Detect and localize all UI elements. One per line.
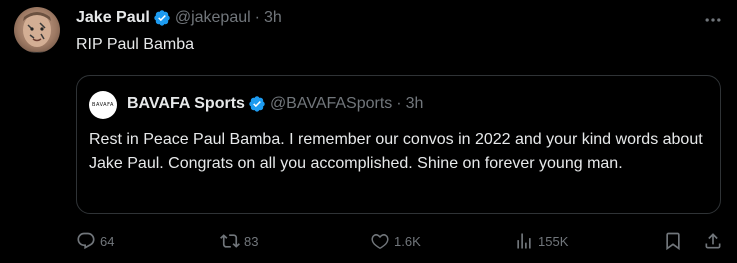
tweet-timestamp[interactable]: 3h [264,9,282,27]
analytics-icon [517,233,531,249]
tweet[interactable]: Jake Paul @jakepaul · 3h RIP Paul Bamba … [0,0,737,263]
separator-dot: · [254,9,260,26]
views-button[interactable]: 155K [514,231,568,251]
tweet-header: Jake Paul @jakepaul · 3h [76,8,282,28]
retweet-count: 83 [244,233,259,249]
separator-dot: · [396,95,402,112]
author-avatar[interactable] [14,7,60,53]
quoted-tweet[interactable]: BAVAFA BAVAFA Sports @BAVAFASports · 3h … [76,75,721,214]
author-handle[interactable]: @jakepaul [175,9,251,27]
reply-button[interactable]: 64 [76,231,114,251]
retweet-button[interactable]: 83 [220,231,258,251]
views-count: 155K [538,233,569,249]
heart-icon [371,233,389,250]
verified-badge-icon[interactable] [153,9,171,27]
share-button[interactable] [703,231,723,251]
quoted-avatar-logo: BAVAFA [92,102,114,108]
quoted-tweet-text: Rest in Peace Paul Bamba. I remember our… [89,131,703,172]
quoted-author-handle: @BAVAFASports [269,95,393,112]
tweet-actions-bar: 64 83 1.6K 155K [0,226,737,256]
bookmark-icon [666,232,680,251]
verified-badge-icon [248,95,266,113]
share-icon [705,233,721,249]
quoted-author-avatar[interactable]: BAVAFA [89,91,117,119]
like-button[interactable]: 1.6K [370,231,421,251]
tweet-text: RIP Paul Bamba [76,36,194,53]
author-avatar-image [14,12,60,53]
quoted-tweet-header: BAVAFA Sports @BAVAFASports · 3h [127,94,423,114]
bookmark-button[interactable] [663,231,683,251]
author-display-name[interactable]: Jake Paul [76,9,150,27]
quoted-tweet-timestamp: 3h [405,95,424,112]
more-horizontal-icon[interactable] [703,10,723,30]
retweet-icon [220,234,240,248]
quoted-author-display-name: BAVAFA Sports [127,95,245,112]
reply-count: 64 [100,233,115,249]
reply-icon [77,232,95,250]
like-count: 1.6K [394,233,421,249]
